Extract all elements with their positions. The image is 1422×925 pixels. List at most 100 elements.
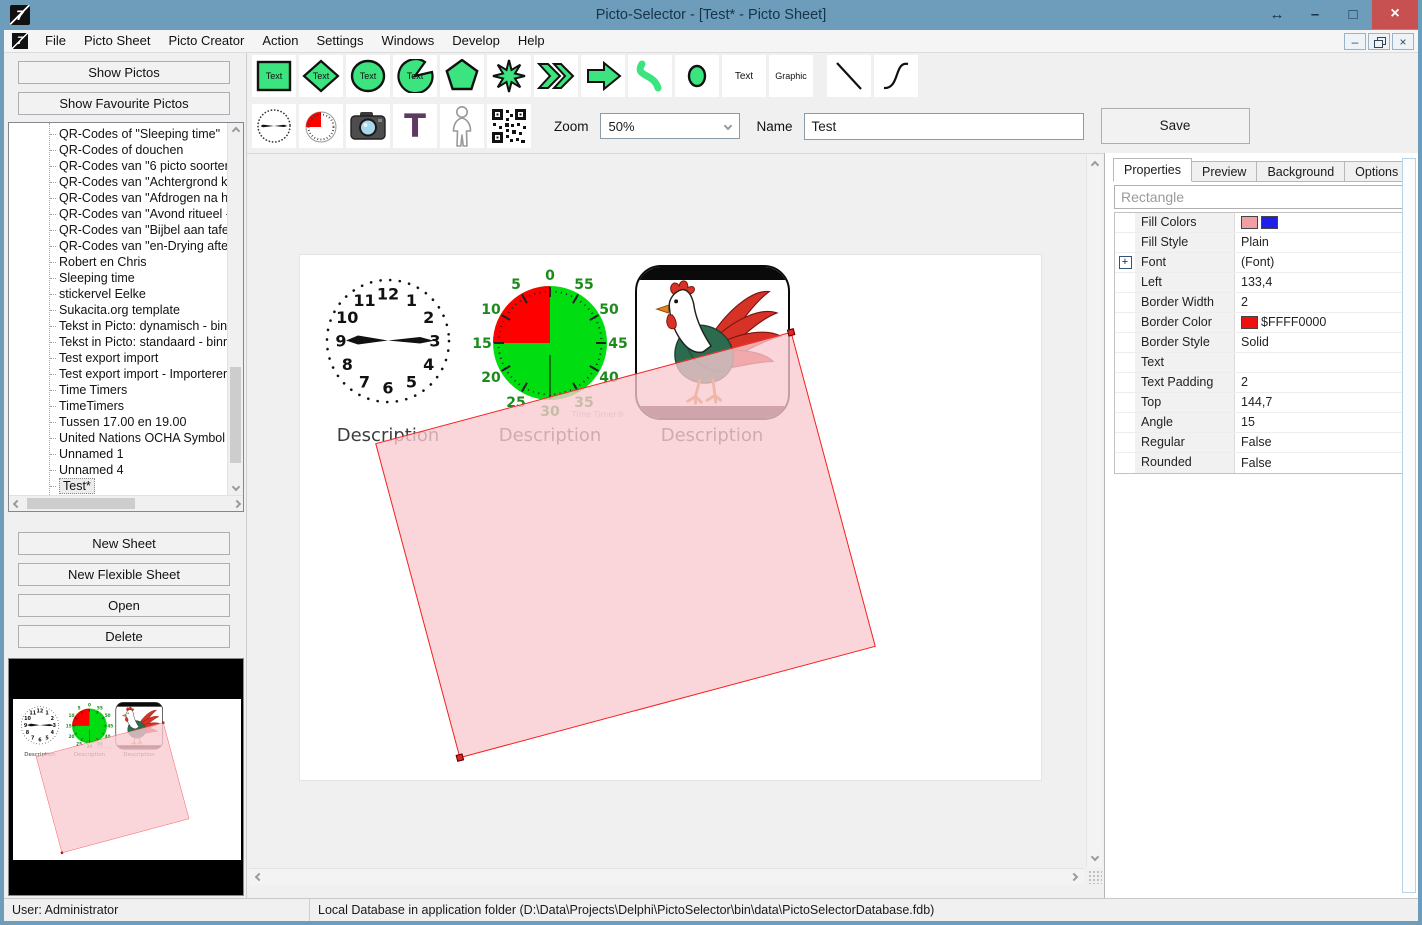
- tree-item[interactable]: QR-Codes van "Avond ritueel - s: [9, 206, 227, 222]
- tree-item[interactable]: United Nations OCHA Symbol Se: [9, 430, 227, 446]
- tree-item[interactable]: stickervel Eelke: [9, 286, 227, 302]
- scroll-thumb[interactable]: [27, 498, 135, 509]
- ellipse-tool[interactable]: Text: [346, 55, 390, 97]
- double-arrow-tool[interactable]: [534, 55, 578, 97]
- text-tool[interactable]: Text: [722, 55, 766, 97]
- canvas-vertical-scrollbar[interactable]: [1086, 155, 1102, 867]
- tab-background[interactable]: Background: [1257, 161, 1345, 182]
- camera-tool[interactable]: [346, 104, 390, 148]
- fill-colors-value[interactable]: [1235, 213, 1405, 232]
- show-favourite-pictos-button[interactable]: Show Favourite Pictos: [18, 92, 230, 115]
- big-text-tool[interactable]: T: [393, 104, 437, 148]
- line-tool[interactable]: [827, 55, 871, 97]
- menu-develop[interactable]: Develop: [443, 30, 509, 52]
- menu-action[interactable]: Action: [253, 30, 307, 52]
- property-row: Left 133,4: [1115, 273, 1405, 293]
- tree-item[interactable]: Test export import - Importeren: [9, 366, 227, 382]
- tab-options[interactable]: Options: [1345, 161, 1409, 182]
- new-flexible-sheet-button[interactable]: New Flexible Sheet: [18, 563, 230, 586]
- tree-item[interactable]: QR-Codes van "Bijbel aan tafel": [9, 222, 227, 238]
- tree-item[interactable]: QR-Codes van "en-Drying after f: [9, 238, 227, 254]
- menu-windows[interactable]: Windows: [372, 30, 443, 52]
- bezier-tool[interactable]: [874, 55, 918, 97]
- save-button[interactable]: Save: [1101, 108, 1250, 144]
- small-ellipse-tool[interactable]: [675, 55, 719, 97]
- mdi-close-button[interactable]: ×: [1392, 33, 1414, 50]
- scroll-right-icon[interactable]: [229, 496, 244, 512]
- tree-item[interactable]: Sleeping time: [9, 270, 227, 286]
- arrow-tool[interactable]: [581, 55, 625, 97]
- mdi-restore-button[interactable]: [1368, 33, 1390, 50]
- sheet-name-input[interactable]: Test: [804, 113, 1084, 140]
- tree-item[interactable]: Unnamed 4: [9, 462, 227, 478]
- fill-color-swatch[interactable]: [1261, 216, 1278, 229]
- person-tool[interactable]: [440, 104, 484, 148]
- show-pictos-button[interactable]: Show Pictos: [18, 61, 230, 84]
- new-sheet-button[interactable]: New Sheet: [18, 532, 230, 555]
- tree-item[interactable]: Test export import: [9, 350, 227, 366]
- tab-properties[interactable]: Properties: [1113, 158, 1192, 182]
- scroll-up-icon[interactable]: [1087, 157, 1103, 173]
- tree-vertical-scrollbar[interactable]: [227, 123, 243, 495]
- tree-item-selected[interactable]: Test*: [9, 478, 227, 494]
- scroll-down-icon[interactable]: [1087, 849, 1103, 865]
- scroll-left-icon[interactable]: [251, 869, 267, 885]
- tree-item[interactable]: QR-Codes of douchen: [9, 142, 227, 158]
- tree-item[interactable]: QR-Codes of "Sleeping time": [9, 126, 227, 142]
- expand-font-icon[interactable]: +: [1119, 256, 1132, 269]
- card-top-bar: [637, 267, 788, 280]
- star-tool[interactable]: [487, 55, 531, 97]
- curve-tool[interactable]: [628, 55, 672, 97]
- menu-help[interactable]: Help: [509, 30, 554, 52]
- clock-picto[interactable]: 12 1 2 3 4 5 6 7 8 9 10 11: [318, 271, 458, 414]
- panel-scrollbar[interactable]: [1402, 158, 1416, 893]
- canvas-horizontal-scrollbar[interactable]: [249, 868, 1084, 885]
- tab-preview[interactable]: Preview: [1192, 161, 1257, 182]
- minimize-button[interactable]: –: [1300, 0, 1330, 29]
- graphic-tool[interactable]: Graphic: [769, 55, 813, 97]
- rectangle-tool[interactable]: Text: [252, 55, 296, 97]
- pentagon-tool[interactable]: [440, 55, 484, 97]
- mdi-minimize-button[interactable]: –: [1344, 33, 1366, 50]
- border-color-swatch[interactable]: [1241, 316, 1258, 329]
- tree-item[interactable]: Unnamed 1: [9, 446, 227, 462]
- tree-item[interactable]: Tekst in Picto: standaard - binne: [9, 334, 227, 350]
- tree-item[interactable]: Time Timers: [9, 382, 227, 398]
- menu-settings[interactable]: Settings: [307, 30, 372, 52]
- tree-item[interactable]: Tussen 17.00 en 19.00: [9, 414, 227, 430]
- tree-item[interactable]: Sukacita.org template: [9, 302, 227, 318]
- maximize-button[interactable]: □: [1338, 0, 1368, 29]
- zoom-select[interactable]: 50%: [600, 113, 740, 139]
- pie-tool[interactable]: Text: [393, 55, 437, 97]
- scroll-down-icon[interactable]: [228, 479, 244, 495]
- qr-code-tool[interactable]: [487, 104, 531, 148]
- document-icon: 7: [12, 33, 28, 49]
- scroll-left-icon[interactable]: [9, 496, 25, 512]
- delete-button[interactable]: Delete: [18, 625, 230, 648]
- tree-item[interactable]: TimeTimers: [9, 398, 227, 414]
- element-selector[interactable]: Rectangle: [1114, 185, 1404, 209]
- scroll-up-icon[interactable]: [228, 123, 244, 139]
- arrange-icon[interactable]: ↔: [1262, 0, 1292, 29]
- close-button[interactable]: ×: [1372, 0, 1418, 29]
- svg-text:5: 5: [511, 277, 521, 293]
- diamond-tool[interactable]: Text: [299, 55, 343, 97]
- tree-item[interactable]: QR-Codes van "Achtergrond kle: [9, 174, 227, 190]
- scroll-right-icon[interactable]: [1066, 869, 1082, 885]
- resize-handle[interactable]: [787, 328, 796, 337]
- fill-color-swatch[interactable]: [1241, 216, 1258, 229]
- property-row: Fill Colors: [1115, 213, 1405, 233]
- clock-tool[interactable]: [252, 104, 296, 148]
- menu-picto-sheet[interactable]: Picto Sheet: [75, 30, 160, 52]
- scroll-thumb[interactable]: [230, 367, 241, 463]
- tree-item[interactable]: QR-Codes van "Afdrogen na het: [9, 190, 227, 206]
- tree-item[interactable]: QR-Codes van "6 picto soorten": [9, 158, 227, 174]
- menu-file[interactable]: File: [36, 30, 75, 52]
- tree-item[interactable]: Robert en Chris: [9, 254, 227, 270]
- timer-tool[interactable]: [299, 104, 343, 148]
- resize-handle[interactable]: [456, 753, 465, 762]
- tree-horizontal-scrollbar[interactable]: [9, 495, 244, 511]
- menu-picto-creator[interactable]: Picto Creator: [159, 30, 253, 52]
- tree-item[interactable]: Tekst in Picto: dynamisch - binn: [9, 318, 227, 334]
- open-button[interactable]: Open: [18, 594, 230, 617]
